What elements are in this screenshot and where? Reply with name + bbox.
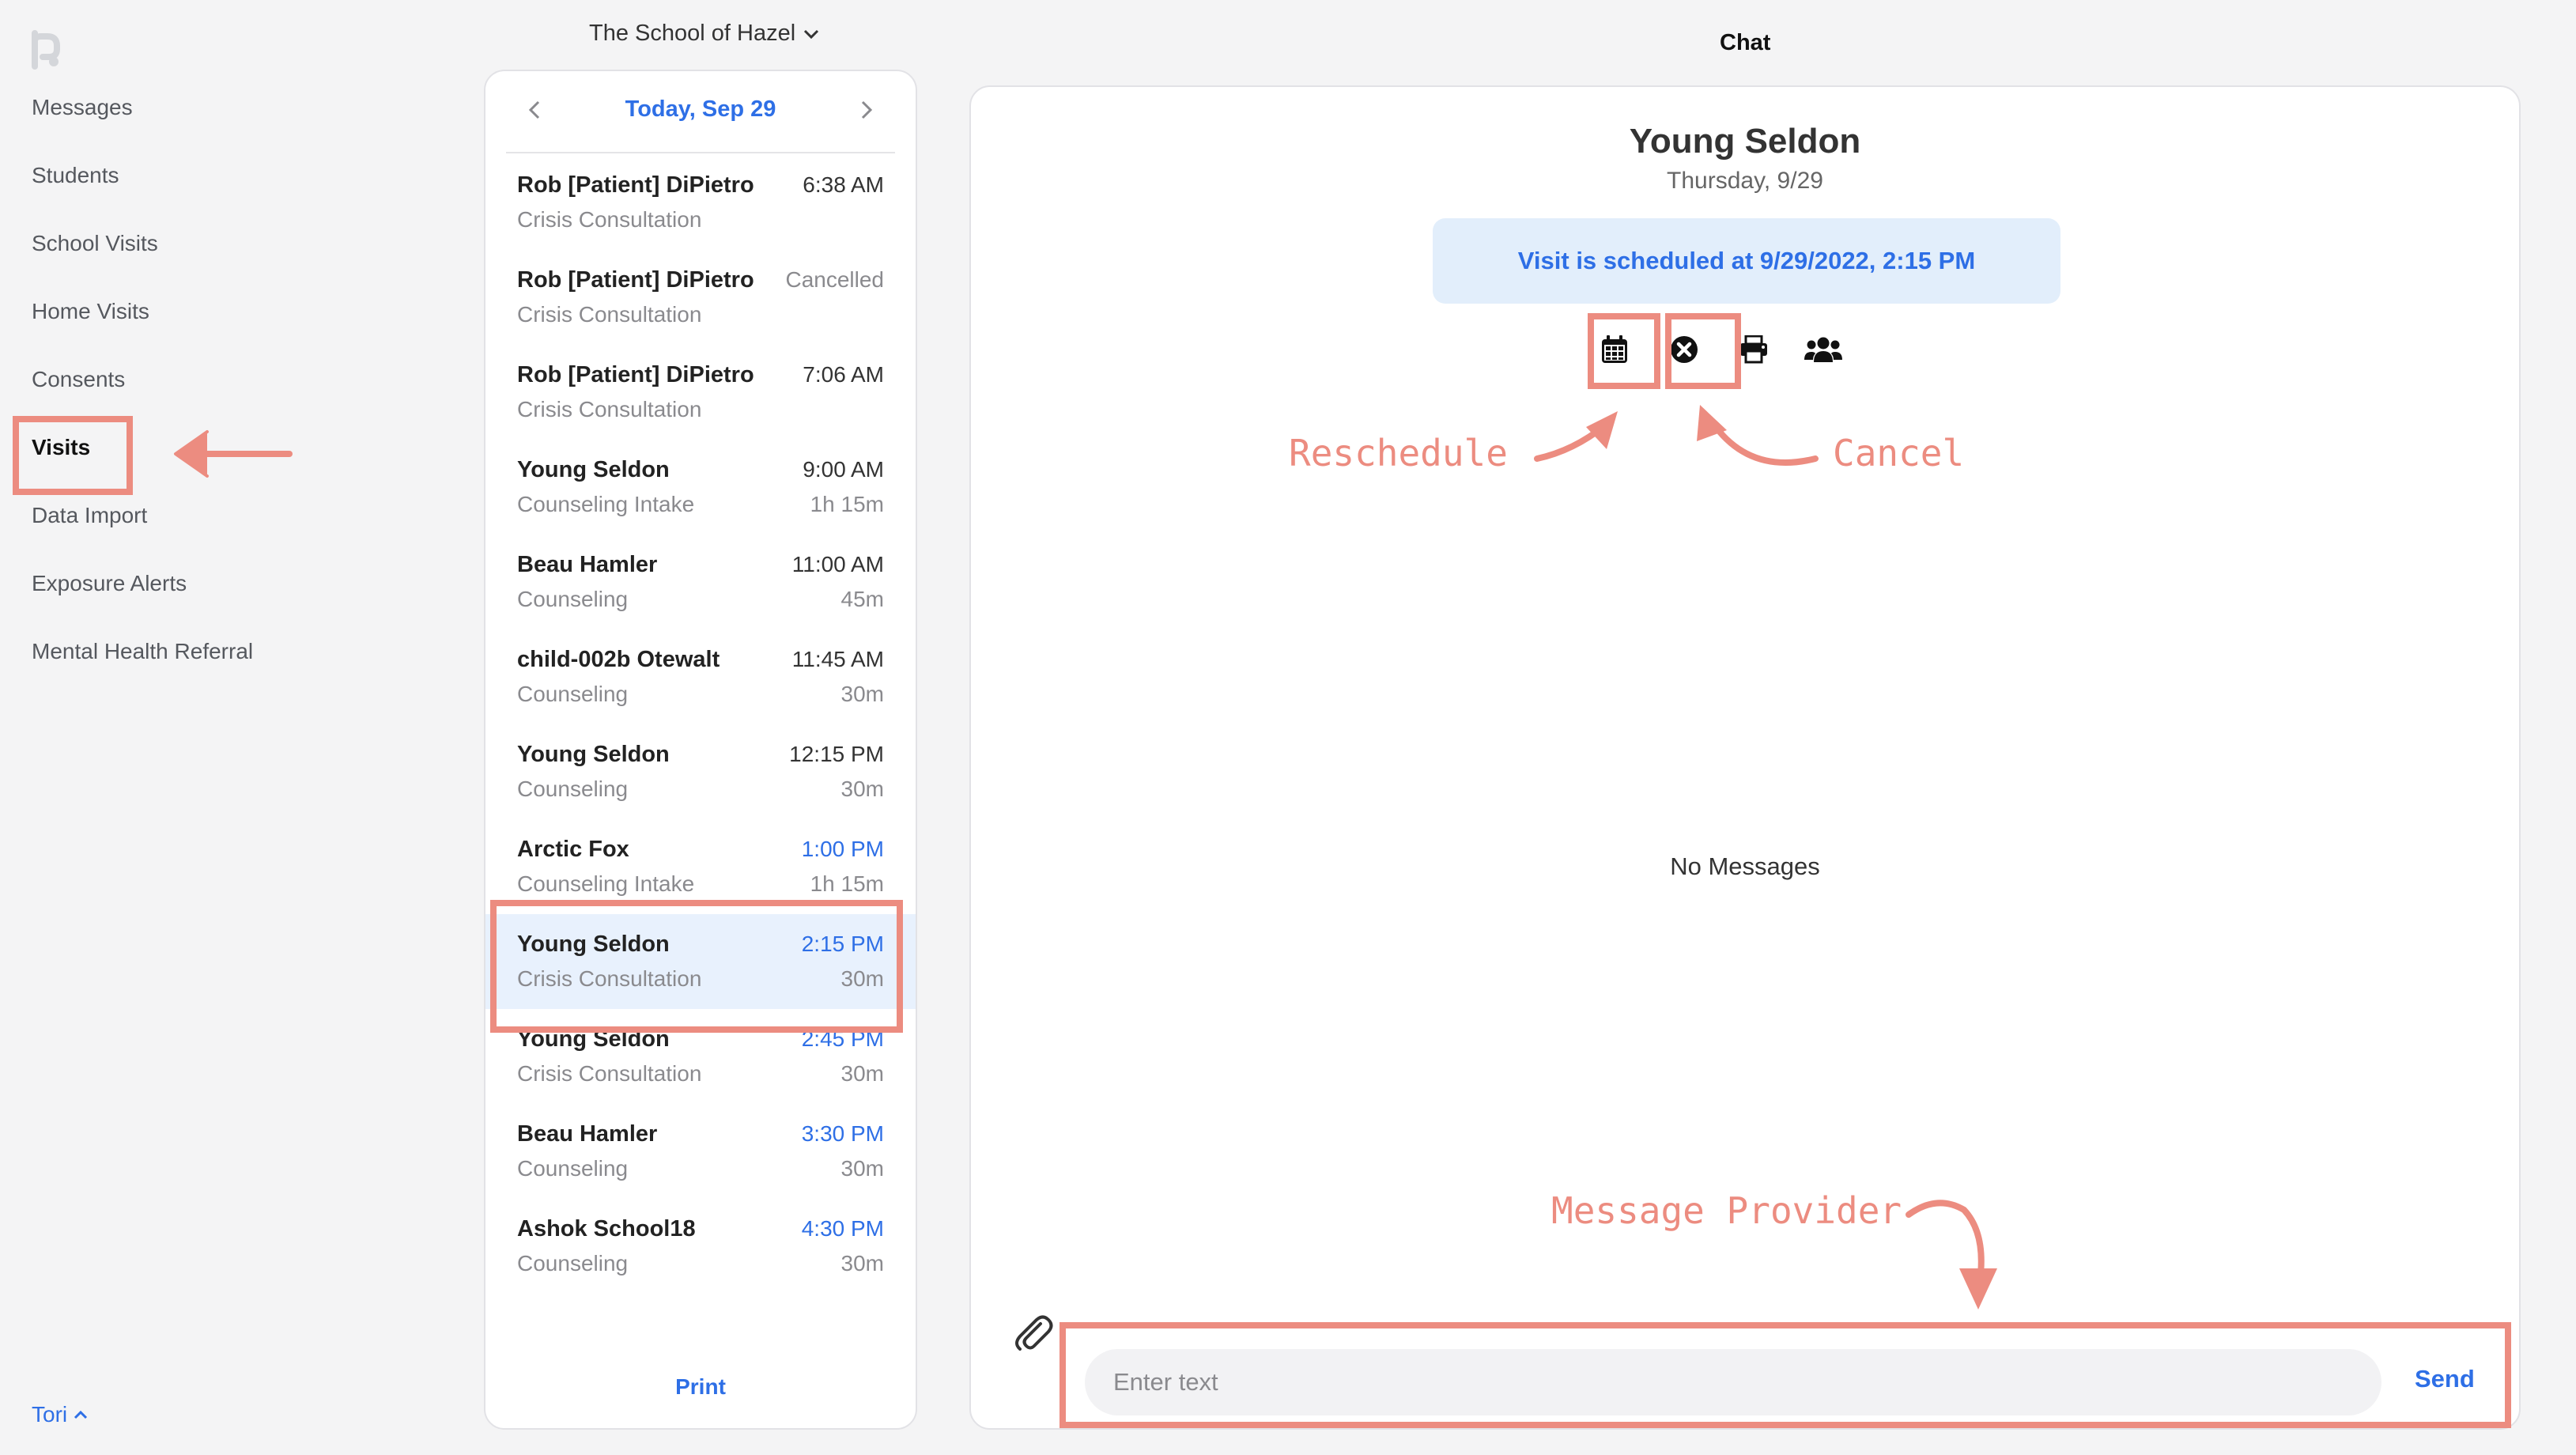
- paperclip-icon: [1015, 1315, 1053, 1351]
- school-selector[interactable]: The School of Hazel: [589, 21, 819, 47]
- highlight-reschedule-button: [1588, 313, 1660, 389]
- app-logo: [30, 30, 70, 70]
- visit-list: Rob [Patient] DiPietro Crisis Consultati…: [485, 155, 916, 1294]
- current-date-label[interactable]: Today, Sep 29: [506, 96, 895, 123]
- sidebar-item-school-visits[interactable]: School Visits: [32, 231, 158, 256]
- visit-duration: 1h 15m: [810, 492, 884, 516]
- visit-row[interactable]: Rob [Patient] DiPietro Crisis Consultati…: [485, 345, 916, 440]
- sidebar-item-home-visits[interactable]: Home Visits: [32, 299, 149, 324]
- annotation-message-provider: Message Provider: [1551, 1189, 1902, 1232]
- chat-header-title: Chat: [1720, 30, 1771, 55]
- visit-patient-name: Rob [Patient] DiPietro: [517, 362, 754, 387]
- chat-visit-date: Thursday, 9/29: [1667, 168, 1823, 194]
- visit-patient-name: Rob [Patient] DiPietro: [517, 172, 754, 198]
- visit-patient-name: Beau Hamler: [517, 1121, 658, 1147]
- visit-type: Counseling Intake: [517, 871, 695, 896]
- visits-panel: Today, Sep 29 Rob [Patient] DiPietro Cri…: [484, 70, 917, 1430]
- visit-duration: 45m: [840, 587, 884, 611]
- visit-time: 3:30 PM: [801, 1121, 884, 1146]
- visit-patient-name: Young Seldon: [517, 457, 670, 482]
- print-button[interactable]: Print: [485, 1374, 916, 1400]
- visit-patient-name: child-002b Otewalt: [517, 647, 720, 672]
- chevron-up-icon: [74, 1410, 88, 1419]
- empty-messages-text: No Messages: [1670, 852, 1820, 880]
- highlight-selected-visit: [490, 900, 903, 1033]
- annotation-cancel: Cancel: [1833, 432, 1965, 474]
- sidebar-item-data-import[interactable]: Data Import: [32, 503, 147, 528]
- visit-type: Counseling: [517, 587, 629, 611]
- visit-time: 6:38 AM: [803, 172, 884, 197]
- visit-type: Crisis Consultation: [517, 397, 702, 421]
- logo-icon: [32, 30, 60, 70]
- highlight-visits-nav: [13, 416, 133, 495]
- visit-time: 11:00 AM: [791, 552, 884, 576]
- visit-row[interactable]: Young Seldon Counseling Intake 9:00 AM 1…: [485, 440, 916, 535]
- visit-patient-name: Young Seldon: [517, 742, 670, 767]
- visit-type: Counseling Intake: [517, 492, 695, 516]
- print-icon: [1740, 335, 1767, 364]
- attach-button[interactable]: [1010, 1310, 1055, 1354]
- visit-type: Counseling: [517, 777, 629, 801]
- visit-scheduled-banner: Visit is scheduled at 9/29/2022, 2:15 PM: [1433, 218, 2060, 304]
- users-icon: [1804, 337, 1842, 362]
- visit-row[interactable]: Beau Hamler Counseling 3:30 PM 30m: [485, 1104, 916, 1199]
- visit-time: 9:00 AM: [803, 457, 884, 482]
- visit-time: 4:30 PM: [801, 1216, 884, 1241]
- visit-actions: [971, 326, 2519, 373]
- date-navigator: Today, Sep 29: [506, 71, 895, 153]
- participants-button[interactable]: [1800, 326, 1847, 373]
- visit-time: 11:45 AM: [791, 647, 884, 671]
- visit-row[interactable]: Rob [Patient] DiPietro Crisis Consultati…: [485, 250, 916, 345]
- visit-type: Crisis Consultation: [517, 302, 702, 327]
- visit-time: 1:00 PM: [801, 837, 884, 861]
- user-menu[interactable]: Tori: [32, 1402, 88, 1427]
- sidebar-item-consents[interactable]: Consents: [32, 367, 125, 392]
- chat-patient-name: Young Seldon: [1629, 122, 1861, 161]
- sidebar-item-students[interactable]: Students: [32, 163, 119, 188]
- visit-duration: 30m: [840, 682, 884, 706]
- highlight-cancel-button: [1665, 313, 1741, 389]
- visit-row[interactable]: Rob [Patient] DiPietro Crisis Consultati…: [485, 155, 916, 250]
- visit-patient-name: Arctic Fox: [517, 837, 629, 862]
- school-name: The School of Hazel: [589, 21, 796, 46]
- visit-row[interactable]: child-002b Otewalt Counseling 11:45 AM 3…: [485, 629, 916, 724]
- visit-duration: 30m: [840, 1251, 884, 1275]
- visit-status: Cancelled: [785, 267, 884, 292]
- visit-duration: 30m: [840, 777, 884, 801]
- visit-patient-name: Ashok School18: [517, 1216, 696, 1241]
- visit-row[interactable]: Ashok School18 Counseling 4:30 PM 30m: [485, 1199, 916, 1294]
- visit-row[interactable]: Beau Hamler Counseling 11:00 AM 45m: [485, 535, 916, 629]
- visit-patient-name: Rob [Patient] DiPietro: [517, 267, 754, 293]
- annotation-reschedule: Reschedule: [1289, 432, 1508, 474]
- visit-time: 7:06 AM: [803, 362, 884, 387]
- visit-row[interactable]: Young Seldon Counseling 12:15 PM 30m: [485, 724, 916, 819]
- visit-type: Counseling: [517, 1251, 629, 1275]
- visit-patient-name: Beau Hamler: [517, 552, 658, 577]
- sidebar-item-exposure-alerts[interactable]: Exposure Alerts: [32, 571, 187, 596]
- next-day-icon[interactable]: [854, 98, 878, 122]
- visit-time: 12:15 PM: [789, 742, 884, 766]
- visit-duration: 30m: [840, 1156, 884, 1181]
- visit-type: Crisis Consultation: [517, 1061, 702, 1086]
- visit-duration: 30m: [840, 1061, 884, 1086]
- user-name: Tori: [32, 1402, 68, 1427]
- visit-type: Crisis Consultation: [517, 207, 702, 232]
- visit-duration: 1h 15m: [810, 871, 884, 896]
- arrowhead-visits: [174, 430, 209, 478]
- visit-type: Counseling: [517, 682, 629, 706]
- highlight-message-input: [1059, 1322, 2511, 1428]
- sidebar-item-messages[interactable]: Messages: [32, 95, 133, 120]
- sidebar-item-mental-health-referral[interactable]: Mental Health Referral: [32, 639, 253, 664]
- chevron-down-icon: [804, 29, 819, 39]
- visit-type: Counseling: [517, 1156, 629, 1181]
